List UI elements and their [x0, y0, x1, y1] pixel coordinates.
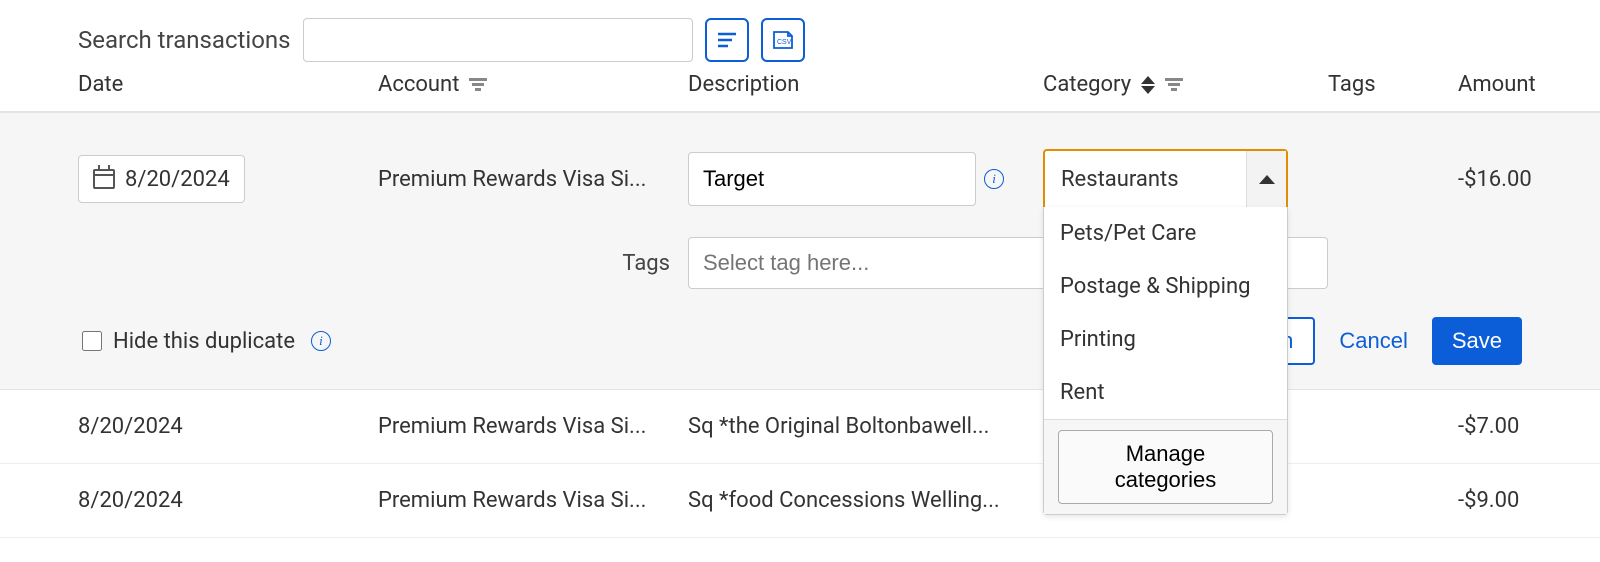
header-category[interactable]: Category [1043, 72, 1328, 97]
header-description[interactable]: Description [688, 72, 1043, 97]
table-header: Date Account Description Category Tags A… [0, 72, 1600, 113]
save-button[interactable]: Save [1432, 317, 1522, 365]
cell-date: 8/20/2024 [78, 488, 378, 513]
export-csv-button[interactable]: CSV [761, 18, 805, 62]
csv-icon: CSV [770, 29, 796, 51]
manage-categories-button[interactable]: Manage categories [1058, 430, 1273, 504]
info-icon[interactable]: i [311, 331, 331, 351]
hide-duplicate-checkbox[interactable]: Hide this duplicate i [78, 328, 331, 354]
account-label: Premium Rewards Visa Si... [378, 167, 688, 192]
list-icon [716, 30, 738, 50]
category-dropdown: Pets/Pet Care Postage & Shipping Printin… [1043, 207, 1288, 515]
header-amount[interactable]: Amount [1458, 72, 1591, 97]
filter-icon[interactable] [469, 77, 487, 92]
cell-amount: -$7.00 [1458, 414, 1575, 439]
amount-value: -$16.00 [1458, 167, 1588, 192]
info-icon[interactable]: i [984, 169, 1004, 189]
filter-icon[interactable] [1165, 77, 1183, 92]
svg-text:CSV: CSV [777, 39, 792, 46]
header-account[interactable]: Account [378, 72, 688, 97]
category-option[interactable]: Postage & Shipping [1044, 260, 1287, 313]
cell-account: Premium Rewards Visa Si... [378, 414, 688, 439]
cancel-button[interactable]: Cancel [1333, 327, 1413, 355]
search-input[interactable] [303, 18, 693, 62]
category-option[interactable]: Pets/Pet Care [1044, 207, 1287, 260]
chevron-up-icon [1246, 151, 1286, 207]
sort-icon[interactable] [1141, 76, 1155, 94]
header-tags[interactable]: Tags [1328, 72, 1458, 97]
hide-duplicate-input[interactable] [82, 331, 102, 351]
category-select[interactable]: Restaurants [1043, 149, 1288, 209]
table-row[interactable]: 8/20/2024 Premium Rewards Visa Si... Sq … [0, 464, 1600, 538]
cell-date: 8/20/2024 [78, 414, 378, 439]
transaction-edit-panel: 8/20/2024 Premium Rewards Visa Si... i R… [0, 113, 1600, 390]
table-row[interactable]: 8/20/2024 Premium Rewards Visa Si... Sq … [0, 390, 1600, 464]
search-label: Search transactions [78, 26, 291, 54]
date-input[interactable]: 8/20/2024 [78, 155, 245, 203]
description-input[interactable] [688, 152, 976, 206]
category-option[interactable]: Printing [1044, 313, 1287, 366]
cell-amount: -$9.00 [1458, 488, 1575, 513]
tags-label: Tags [378, 251, 688, 276]
calendar-icon [93, 169, 115, 189]
category-option[interactable]: Rent [1044, 366, 1287, 419]
header-date[interactable]: Date [78, 72, 378, 97]
cell-account: Premium Rewards Visa Si... [378, 488, 688, 513]
category-selected-value: Restaurants [1045, 167, 1195, 192]
date-value: 8/20/2024 [125, 167, 230, 192]
format-icon-button[interactable] [705, 18, 749, 62]
hide-duplicate-label: Hide this duplicate [113, 329, 295, 354]
